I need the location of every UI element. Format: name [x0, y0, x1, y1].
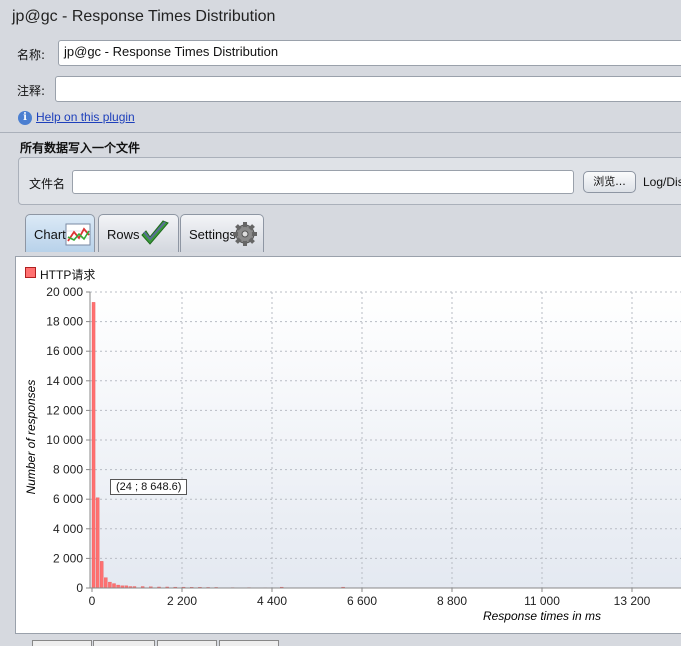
- y-tick-label: 2 000: [53, 551, 83, 565]
- bottom-tab[interactable]: [93, 640, 155, 646]
- histogram-bar: [95, 497, 100, 589]
- y-tick-label: 4 000: [53, 522, 83, 536]
- y-tick-label: 14 000: [46, 374, 83, 388]
- y-tick-label: 10 000: [46, 433, 83, 447]
- chart-plot: 0 2 000 4 000 6 000 8 000 10 000 12 000 14 000 1…: [24, 285, 681, 623]
- y-tick-label: 18 000: [46, 315, 83, 329]
- x-tick-label: 11 000: [524, 594, 560, 608]
- histogram-bar: [104, 577, 108, 589]
- y-tick-label: 0: [76, 581, 83, 595]
- x-tick-label: 6 600: [347, 594, 377, 608]
- y-tick-label: 8 000: [53, 463, 83, 477]
- bottom-tab[interactable]: [32, 640, 92, 646]
- y-tick-label: 12 000: [46, 403, 83, 417]
- x-tick-label: 0: [89, 594, 96, 608]
- chart-tooltip: (24 ; 8 648.6): [110, 479, 188, 495]
- y-tick-label: 20 000: [46, 285, 83, 299]
- x-axis-label: Response times in ms: [483, 609, 601, 623]
- y-tick-label: 6 000: [53, 492, 83, 506]
- x-tick-label: 8 800: [437, 594, 467, 608]
- x-tick-label: 4 400: [257, 594, 287, 608]
- bottom-tab[interactable]: [157, 640, 217, 646]
- bottom-tab[interactable]: [219, 640, 279, 646]
- y-axis-label: Number of responses: [24, 380, 38, 495]
- histogram-bar: [112, 583, 116, 589]
- histogram-bar: [108, 581, 112, 589]
- x-tick-label: 2 200: [167, 594, 197, 608]
- y-tick-label: 16 000: [46, 344, 83, 358]
- histogram-bar: [100, 561, 104, 589]
- histogram-bar: [91, 302, 96, 589]
- x-tick-label: 13 200: [614, 594, 651, 608]
